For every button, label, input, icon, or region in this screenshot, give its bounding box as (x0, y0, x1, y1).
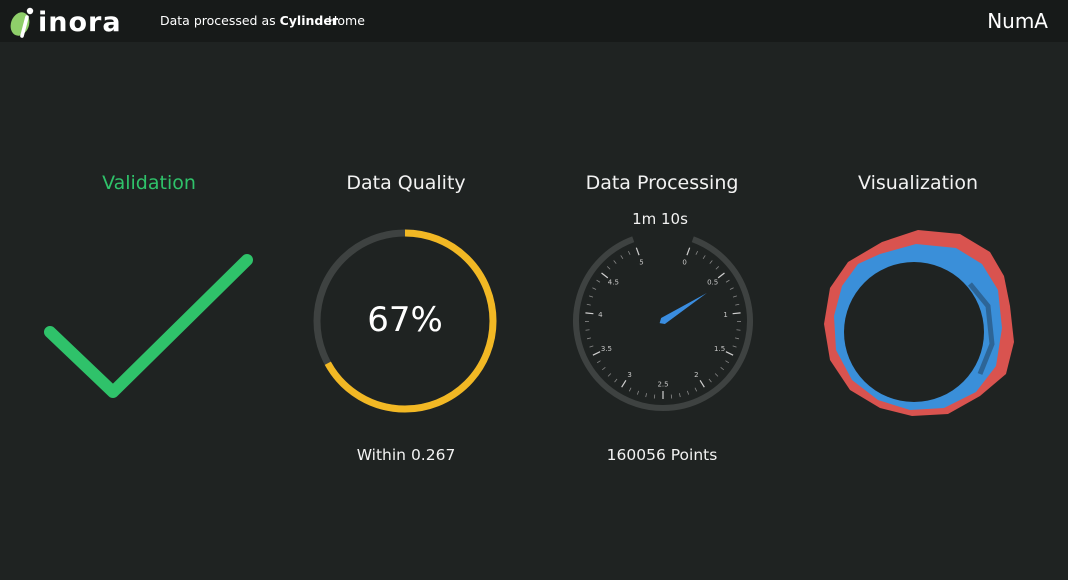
dial-tick (714, 373, 719, 377)
visualization-title: Visualization (857, 172, 978, 194)
dial-tick (702, 255, 706, 260)
elapsed-time: 1m 10s (632, 210, 688, 228)
dial-label: 2.5 (657, 381, 668, 389)
dial-tick (601, 272, 609, 279)
data-quality-title: Data Quality (346, 172, 466, 194)
dial-tick (717, 272, 725, 279)
dial-tick (645, 393, 647, 398)
processing-status: Data processed as Cylinder (160, 13, 338, 28)
dial-tick (708, 378, 712, 383)
status-prefix: Data processed as (160, 13, 276, 28)
dial-tick (686, 247, 691, 256)
dial-tick (735, 303, 740, 306)
dial-tick (589, 345, 594, 348)
dial-tick (729, 287, 734, 290)
navbar: inora Data processed as Cylinder Home Nu… (0, 0, 1068, 42)
dial-tick (589, 295, 594, 298)
dial-tick (694, 387, 698, 392)
dial-label: 2 (694, 371, 698, 379)
leaf-icon (10, 7, 34, 38)
dial-tick (679, 393, 681, 398)
dial-tick (636, 390, 640, 395)
validation-title: Validation (102, 172, 196, 194)
home-link[interactable]: Home (328, 13, 365, 28)
dial-tick (596, 360, 601, 364)
cylinder-visualization[interactable] (820, 224, 1020, 420)
dial-tick (734, 337, 740, 340)
dial-tick (695, 250, 699, 255)
dial-label: 3.5 (601, 345, 612, 353)
checkmark-icon (44, 254, 253, 398)
points-count: 160056 Points (606, 446, 718, 464)
processing-dial: 0 0.5 1 1.5 2 2.5 3 3.5 4 4.5 5 (573, 236, 753, 411)
dial-label: 4.5 (608, 279, 619, 287)
cylinder-hole (844, 262, 984, 402)
dial-tick (627, 250, 631, 255)
dial-tick (715, 266, 720, 270)
user-menu[interactable]: NumA (987, 9, 1048, 33)
dial-tick (586, 303, 591, 306)
dial-label: 3 (627, 371, 631, 379)
dial-label: 0.5 (707, 279, 718, 287)
dial-tick (585, 312, 594, 315)
dial-tick (621, 380, 627, 388)
dial-tick (732, 345, 737, 348)
dial-tick (614, 378, 618, 383)
dial-tick (620, 255, 624, 260)
dial-tick (686, 390, 690, 395)
dial-tick (720, 367, 725, 371)
dial-tick (628, 387, 632, 392)
dial-tick (725, 351, 734, 356)
dial-tick (606, 266, 611, 270)
dial-label: 4 (598, 311, 603, 319)
dial-tick (725, 360, 730, 364)
inora-logo[interactable]: inora (4, 4, 150, 38)
dial-tick (732, 312, 741, 315)
dial-label: 5 (639, 258, 643, 266)
dial-tick (596, 279, 601, 283)
quality-percent: 67% (367, 300, 443, 340)
dial-label: 1.5 (714, 345, 725, 353)
dial-tick (592, 351, 601, 356)
dial-tick (613, 260, 617, 264)
dial-tick (709, 260, 713, 264)
data-processing-title: Data Processing (585, 172, 739, 194)
dial-tick (586, 337, 592, 340)
dial-tick (635, 247, 640, 256)
dial-label: 1 (723, 311, 727, 319)
dial-label: 0 (682, 258, 686, 266)
dial-needle (659, 293, 707, 324)
quality-tolerance: Within 0.267 (356, 446, 456, 464)
dial-tick (732, 295, 737, 298)
logo-text: inora (38, 7, 122, 38)
dial-tick (725, 279, 730, 283)
dial-tick (592, 287, 597, 290)
dial-tick (601, 367, 606, 371)
dial-tick (699, 380, 705, 388)
dial-tick (607, 373, 612, 377)
